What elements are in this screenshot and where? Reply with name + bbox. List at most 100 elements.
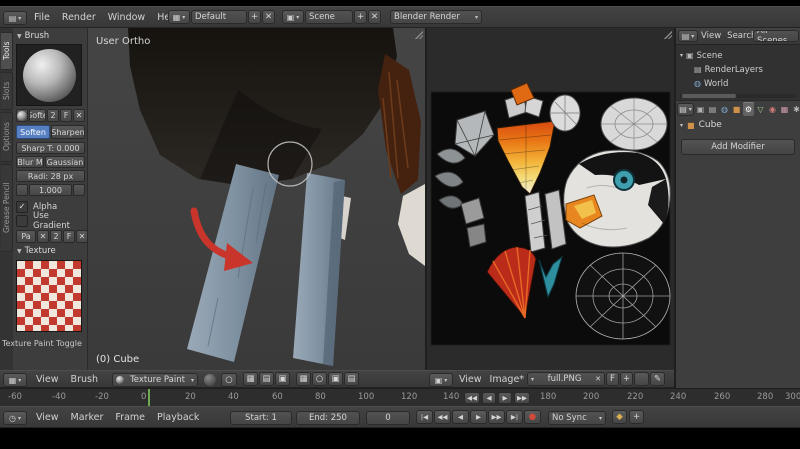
matcap-sphere-icon[interactable] xyxy=(204,374,216,386)
delete-layout-button[interactable]: ✕ xyxy=(262,10,275,24)
brush-stroke-icon[interactable]: ○ xyxy=(221,373,237,387)
texture-preview[interactable] xyxy=(16,260,82,332)
outliner-scrollbar[interactable] xyxy=(680,94,796,98)
radius-slider[interactable]: Radi: 28 px xyxy=(16,170,85,182)
fast-forward-icon[interactable]: ▶▶ xyxy=(514,391,530,404)
strength-size-icon[interactable] xyxy=(73,184,85,196)
timeline-ruler[interactable]: -60 -40 -20 0 20 40 60 80 100 120 140 ◀◀… xyxy=(0,388,800,406)
sharpen-button[interactable]: Sharpen xyxy=(51,125,85,139)
tab-world[interactable]: ◍ xyxy=(719,102,730,116)
add-scene-button[interactable]: + xyxy=(354,10,367,24)
tab-scene[interactable]: ▤ xyxy=(707,102,718,116)
play-icon[interactable]: ▶ xyxy=(470,410,487,424)
screen-layout-browse-button[interactable]: ▦ ▾ xyxy=(168,10,190,24)
mode-dropdown[interactable]: Texture Paint ▾ xyxy=(112,373,198,387)
properties-editor-icon[interactable]: ▤ ▾ xyxy=(677,102,694,116)
scene-name[interactable]: Scene xyxy=(305,10,353,24)
outliner-item-world[interactable]: ◍ World xyxy=(694,77,728,90)
tab-slots[interactable]: Slots xyxy=(1,72,13,110)
close-icon[interactable]: ✕ xyxy=(595,375,601,383)
menu-marker[interactable]: Marker xyxy=(65,407,110,427)
area-corner-widget[interactable] xyxy=(414,30,423,39)
palette-fake-user-button[interactable]: F xyxy=(63,230,75,243)
view3d-editor-icon[interactable]: ▦ ▾ xyxy=(3,373,27,387)
tab-options[interactable]: Options xyxy=(1,112,13,162)
image-fake-user-button[interactable]: F xyxy=(606,372,619,386)
brush-preview[interactable] xyxy=(16,44,82,106)
object-name[interactable]: Cube xyxy=(699,120,722,130)
menu-brush[interactable]: Brush xyxy=(65,371,104,387)
area-corner-widget[interactable] xyxy=(663,30,672,39)
frame-start-field[interactable]: Start: 1 xyxy=(230,411,292,425)
image-paint-icon[interactable]: ✎ xyxy=(650,372,665,386)
tab-texture[interactable]: ▦ xyxy=(779,102,790,116)
keying-set-icon[interactable]: ◆ xyxy=(612,410,627,424)
menu-view[interactable]: View xyxy=(455,371,486,387)
play-reverse-icon[interactable]: ◀ xyxy=(452,410,469,424)
render-anim-icon[interactable]: ▤ xyxy=(344,372,359,386)
menu-image[interactable]: Image* xyxy=(486,371,529,387)
pivot-icon[interactable]: ▦ xyxy=(243,372,258,386)
tab-material[interactable]: ◉ xyxy=(767,102,778,116)
shading-icon[interactable]: ▣ xyxy=(275,372,290,386)
prev-keyframe-icon[interactable]: ◀◀ xyxy=(434,410,451,424)
screen-layout-name[interactable]: Default xyxy=(191,10,247,24)
editor-type-icon[interactable]: ▤ ▾ xyxy=(3,11,27,25)
menu-file[interactable]: File xyxy=(28,7,56,27)
delete-scene-button[interactable]: ✕ xyxy=(368,10,381,24)
scene-browse-button[interactable]: ▣ ▾ xyxy=(282,10,304,24)
outliner-item-scene[interactable]: ▾ ▣ Scene xyxy=(680,49,723,62)
palette-users-count[interactable]: 2 xyxy=(50,230,62,243)
step-forward-icon[interactable]: ▶ xyxy=(498,391,512,404)
alpha-checkbox[interactable]: ✓ xyxy=(16,200,28,213)
outliner-scroll-handle[interactable] xyxy=(682,94,736,98)
brush-fake-user-button[interactable]: F xyxy=(60,109,72,122)
menu-view[interactable]: View xyxy=(30,407,65,427)
tab-modifiers[interactable]: ⚙ xyxy=(743,102,754,116)
menu-render[interactable]: Render xyxy=(56,7,102,27)
sharp-threshold-slider[interactable]: Sharp T: 0.000 xyxy=(16,142,85,154)
add-modifier-button[interactable]: Add Modifier xyxy=(681,139,795,155)
outliner-editor-icon[interactable]: ▤ ▾ xyxy=(678,30,698,42)
menu-view[interactable]: View xyxy=(30,371,65,387)
tab-grease-pencil[interactable]: Grease Pencil xyxy=(1,164,13,252)
soften-button[interactable]: Soften xyxy=(16,125,50,139)
tab-render[interactable]: ▣ xyxy=(695,102,706,116)
palette-unlink-button[interactable]: ✕ xyxy=(37,230,49,243)
current-frame-playhead[interactable] xyxy=(148,389,150,406)
next-keyframe-icon[interactable]: ▶▶ xyxy=(488,410,505,424)
layers-icon[interactable]: ▤ xyxy=(259,372,274,386)
add-layout-button[interactable]: + xyxy=(248,10,261,24)
insert-key-icon[interactable]: + xyxy=(629,410,644,424)
brush-name[interactable]: Softe xyxy=(29,109,46,122)
menu-playback[interactable]: Playback xyxy=(151,407,205,427)
sync-mode-dropdown[interactable]: No Sync ▾ xyxy=(548,411,606,425)
jump-to-start-icon[interactable]: |◀ xyxy=(416,410,433,424)
outliner-item-renderlayers[interactable]: ▤ RenderLayers xyxy=(694,63,763,76)
tab-particles[interactable]: ✱ xyxy=(791,102,800,116)
use-gradient-checkbox[interactable] xyxy=(16,214,28,227)
palette-close-button[interactable]: ✕ xyxy=(76,230,88,243)
texture-paint-toggle-panel[interactable]: Texture Paint Toggle xyxy=(2,339,92,348)
uv-image-editor[interactable] xyxy=(425,28,674,370)
new-image-button[interactable]: + xyxy=(620,372,633,386)
jump-to-end-icon[interactable]: ▶| xyxy=(506,410,523,424)
menu-frame[interactable]: Frame xyxy=(109,407,151,427)
brush-unlink-button[interactable]: ✕ xyxy=(73,109,85,122)
record-icon[interactable]: ● xyxy=(524,410,541,424)
current-frame-field[interactable]: 0 xyxy=(366,411,410,425)
frame-end-field[interactable]: End: 250 xyxy=(296,411,360,425)
outliner-display-mode-dropdown[interactable]: All Scenes xyxy=(753,30,799,42)
image-pin-icon[interactable] xyxy=(634,372,649,386)
strength-slider[interactable]: 1.000 xyxy=(29,184,72,196)
tab-tools[interactable]: Tools xyxy=(1,32,13,70)
menu-window[interactable]: Window xyxy=(102,7,151,27)
blur-mode-dropdown[interactable]: Gaussian xyxy=(45,156,85,168)
brush-users-count[interactable]: 2 xyxy=(47,109,59,122)
snap-icon[interactable]: ▦ xyxy=(296,372,311,386)
texture-panel-header[interactable]: ▼ Texture xyxy=(17,246,56,256)
image-name-dropdown[interactable]: ▾ full.PNG ✕ xyxy=(527,372,605,386)
viewport-3d[interactable]: User Ortho (0) Cube xyxy=(88,28,425,370)
timeline-editor-icon[interactable]: ◷ ▾ xyxy=(3,411,27,425)
menu-view[interactable]: View xyxy=(698,28,724,44)
